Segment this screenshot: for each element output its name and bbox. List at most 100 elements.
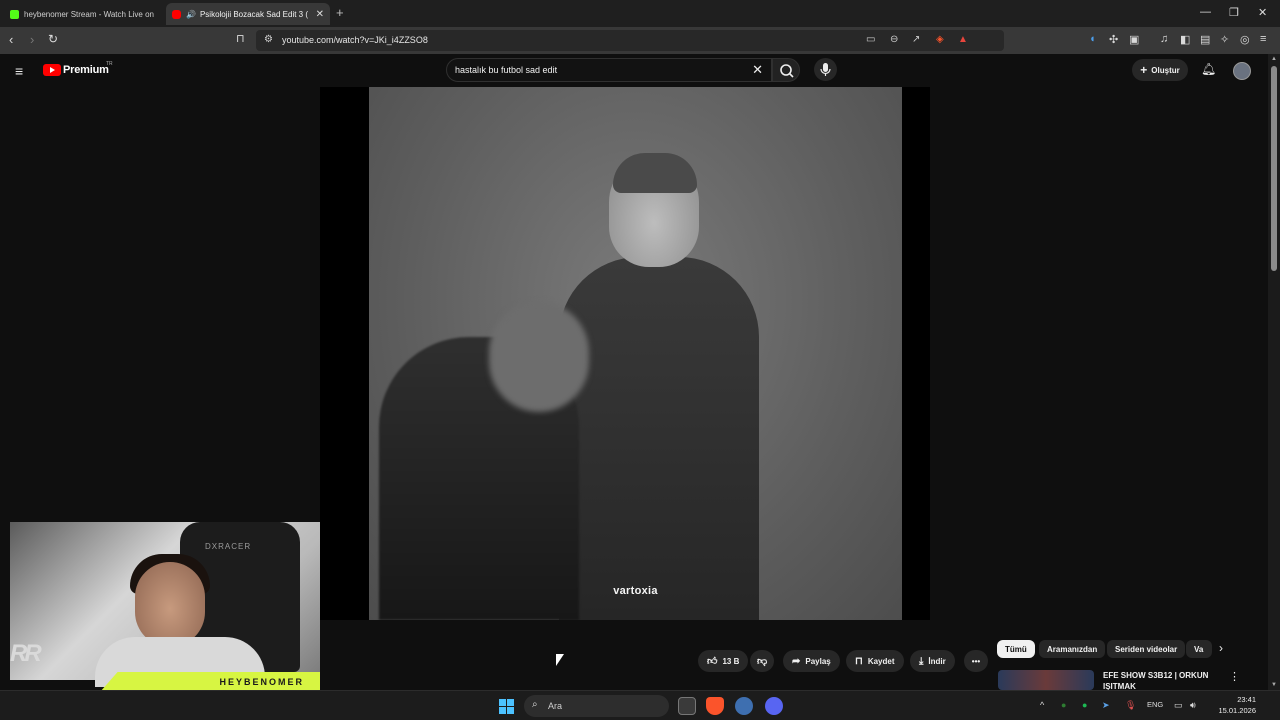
more-horizontal-icon: ••• xyxy=(971,656,981,666)
menu-icon[interactable]: ≡ xyxy=(1260,33,1266,45)
language-indicator[interactable]: ENG xyxy=(1147,700,1163,709)
network-icon[interactable]: ▭ xyxy=(1174,700,1183,711)
share-button[interactable]: ➦ Paylaş xyxy=(783,650,840,672)
page-scrollbar[interactable]: ▲ ▼ xyxy=(1268,54,1280,690)
share-icon: ➦ xyxy=(792,655,801,667)
close-tab-icon[interactable]: ✕ xyxy=(316,9,324,20)
spotify-icon[interactable]: ● xyxy=(1082,700,1087,710)
sidebar-icon[interactable]: ◧ xyxy=(1180,33,1190,46)
music-icon[interactable]: ♫ xyxy=(1160,33,1168,45)
webcam-overlay: DXRACER RR HEYBENOMER xyxy=(0,512,320,692)
save-label: Kaydet xyxy=(867,656,895,666)
recommendation-thumbnail[interactable] xyxy=(998,670,1094,690)
task-view-icon[interactable] xyxy=(678,697,696,715)
kebab-menu-icon[interactable]: ⋮ xyxy=(1229,670,1240,683)
reload-icon[interactable]: ↻ xyxy=(48,32,58,46)
thumbs-down-icon: 👎︎ xyxy=(757,656,768,667)
chip-all[interactable]: Tümü xyxy=(997,640,1035,658)
app-icon[interactable] xyxy=(735,697,753,715)
tab-youtube-video[interactable]: 🔊 Psikolojii Bozacak Sad Edit 3 ( ✕ xyxy=(166,3,330,25)
hamburger-menu-icon[interactable]: ≡ xyxy=(15,63,23,79)
recommendation-title[interactable]: EFE SHOW S3B12 | ORKUN IŞITMAK xyxy=(1103,670,1213,690)
overlay-logo: RR xyxy=(10,640,42,667)
browser-toolbar: ‹ › ↻ ⊓ ⚙ youtube.com/watch?v=JKi_i4ZZSO… xyxy=(0,27,1280,54)
extensions-icon[interactable]: ✣ xyxy=(1109,33,1118,46)
account-avatar[interactable] xyxy=(1233,62,1251,80)
brave-shield-icon[interactable]: ◈ xyxy=(936,34,944,45)
speaker-icon: 🔊 xyxy=(186,9,196,19)
wallet-icon[interactable]: ▤ xyxy=(1200,33,1210,46)
zoom-icon[interactable]: ⊖ xyxy=(890,34,898,45)
mic-tray-icon[interactable]: 🎙︎ xyxy=(1125,700,1136,711)
youtube-premium-label[interactable]: Premium xyxy=(63,64,109,76)
system-clock[interactable]: 23:41 15.01.2026 xyxy=(1212,694,1256,716)
back-icon[interactable]: ‹ xyxy=(9,32,13,47)
plus-icon: + xyxy=(1140,63,1148,77)
site-info-icon[interactable]: ⚙ xyxy=(264,34,273,45)
streamer-name: HEYBENOMER xyxy=(219,677,304,687)
volume-icon[interactable]: 🔊︎ xyxy=(1190,700,1196,711)
brave-rewards-icon[interactable]: ▲ xyxy=(958,34,968,45)
like-button[interactable]: 👍︎ 13 B xyxy=(698,650,749,672)
video-frame[interactable]: vartoxia xyxy=(369,87,902,620)
audio-extension-icon[interactable]: ◖ xyxy=(1089,33,1096,45)
taskbar-search-input[interactable]: ⌕ Ara xyxy=(524,695,669,717)
create-button[interactable]: + Oluştur xyxy=(1132,59,1188,81)
chevron-right-icon[interactable]: › xyxy=(1219,641,1223,655)
streamer-name-bar: HEYBENOMER xyxy=(100,672,320,692)
save-button[interactable]: ⊓ Kaydet xyxy=(846,650,904,672)
create-label: Oluştur xyxy=(1151,65,1180,75)
clear-search-icon[interactable]: ✕ xyxy=(752,62,763,78)
screenshot-icon[interactable]: ▣ xyxy=(1129,33,1139,46)
windows-taskbar: ⌕ Ara ^ ● ● ➤ 🎙︎ ENG ▭ 🔊︎ 23:41 15.01.20… xyxy=(0,690,1280,720)
youtube-header: ≡ Premium TR hastalık bu futbol sad edit… xyxy=(0,54,1268,87)
tray-chevron-icon[interactable]: ^ xyxy=(1040,700,1044,710)
clock-date: 15.01.2026 xyxy=(1218,706,1256,715)
restore-icon[interactable]: ❐ xyxy=(1229,6,1239,19)
notifications-bell-icon[interactable]: 🔔︎ xyxy=(1201,62,1216,76)
new-tab-button[interactable]: + xyxy=(336,5,344,20)
tab-kick-stream[interactable]: heybenomer Stream - Watch Live on xyxy=(4,3,164,25)
share-label: Paylaş xyxy=(805,656,831,666)
leo-ai-icon[interactable]: ✧ xyxy=(1220,33,1229,46)
windows-start-icon[interactable] xyxy=(499,699,514,714)
tab-label: heybenomer Stream - Watch Live on xyxy=(24,9,154,19)
dislike-button[interactable]: 👎︎ xyxy=(750,650,775,672)
taskbar-search-placeholder: Ara xyxy=(548,701,563,711)
scrollbar-thumb[interactable] xyxy=(1271,66,1277,271)
url-text: youtube.com/watch?v=JKi_i4ZZSO8 xyxy=(282,35,428,45)
search-query: hastalık bu futbol sad edit xyxy=(455,65,558,75)
discord-icon[interactable] xyxy=(765,697,783,715)
forward-icon[interactable]: › xyxy=(30,32,34,47)
chip-truncated[interactable]: Va xyxy=(1186,640,1212,658)
brave-browser-icon[interactable] xyxy=(706,697,724,715)
screen: heybenomer Stream - Watch Live on 🔊 Psik… xyxy=(0,0,1280,720)
streamer-face xyxy=(135,562,205,647)
search-button[interactable] xyxy=(772,58,800,82)
search-input[interactable]: hastalık bu futbol sad edit ✕ xyxy=(446,58,772,82)
download-label: İndir xyxy=(928,656,946,666)
region-code: TR xyxy=(106,61,113,67)
cast-icon[interactable]: ▭ xyxy=(866,34,875,45)
scroll-up-icon[interactable]: ▲ xyxy=(1271,56,1277,62)
browser-tab-strip: heybenomer Stream - Watch Live on 🔊 Psik… xyxy=(0,0,1280,27)
address-bar[interactable]: ⚙ youtube.com/watch?v=JKi_i4ZZSO8 ▭ ⊖ ↗ … xyxy=(256,30,1004,51)
tray-app-icon[interactable]: ● xyxy=(1061,700,1066,710)
bookmark-icon[interactable]: ⊓ xyxy=(236,32,245,45)
download-icon: ⤓ xyxy=(919,655,924,667)
chip-series[interactable]: Seriden videolar xyxy=(1107,640,1186,658)
chip-from-search[interactable]: Aramanızdan xyxy=(1039,640,1106,658)
scroll-down-icon[interactable]: ▼ xyxy=(1271,682,1277,688)
youtube-logo-icon[interactable] xyxy=(43,64,61,76)
like-count: 13 B xyxy=(722,656,740,666)
vpn-icon[interactable]: ◎ xyxy=(1240,33,1250,46)
minimize-icon[interactable]: — xyxy=(1200,6,1211,18)
download-button[interactable]: ⤓ İndir xyxy=(910,650,955,672)
more-actions-button[interactable]: ••• xyxy=(964,650,988,672)
share-page-icon[interactable]: ↗ xyxy=(912,34,920,45)
bookmark-save-icon: ⊓ xyxy=(855,655,863,667)
mouse-cursor-icon xyxy=(556,654,564,666)
window-close-icon[interactable]: ✕ xyxy=(1258,6,1267,19)
voice-search-button[interactable] xyxy=(814,58,837,81)
steam-icon[interactable]: ➤ xyxy=(1102,700,1110,711)
